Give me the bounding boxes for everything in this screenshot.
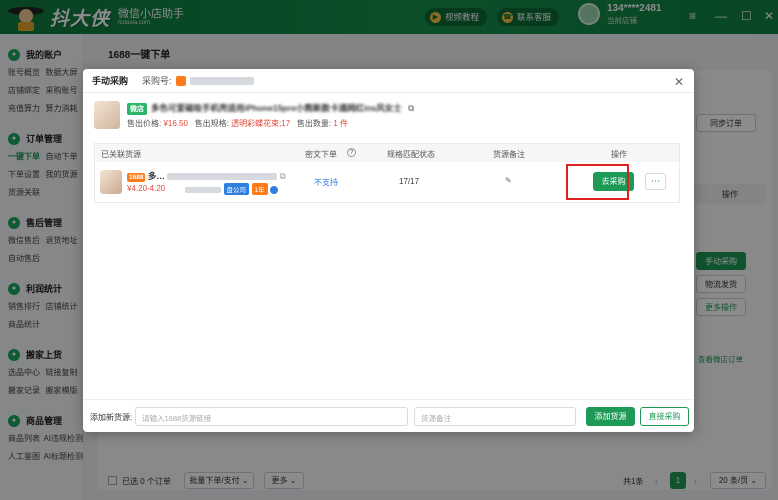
sold-spec: 透明彩蝶花束;17 xyxy=(231,119,291,128)
store-logo-icon xyxy=(175,75,186,86)
source-name: 多… xyxy=(147,171,165,181)
close-icon[interactable]: ✕ xyxy=(674,75,684,89)
sold-price: ¥16.50 xyxy=(163,119,188,128)
1688-tag: 1688 xyxy=(127,173,146,182)
header-source-remark: 货源备注 xyxy=(493,150,525,159)
header-linked-source: 已关联货源 xyxy=(101,150,141,159)
more-options-icon[interactable]: ⋯ xyxy=(645,173,666,190)
year-badge: 1年 xyxy=(251,183,268,195)
spec-match-status: 17/17 xyxy=(399,177,420,186)
help-icon[interactable]: ? xyxy=(347,148,356,157)
cipher-status: 不支持 xyxy=(314,178,338,187)
dialog-title: 手动采购 xyxy=(92,76,129,86)
dialog-footer: 添加新货源: 请输入1688货源链接 货源备注 添加货源 直接采购 xyxy=(83,399,694,432)
store-tag: 微店 xyxy=(127,103,147,115)
edit-remark-icon[interactable]: ✎ xyxy=(505,176,512,185)
add-source-label: 添加新货源: xyxy=(90,413,133,422)
source-name-redacted xyxy=(167,173,278,181)
header-cipher-order: 密文下单 xyxy=(305,150,337,159)
product-image xyxy=(94,101,120,129)
source-price: ¥4.20-4.20 xyxy=(127,184,166,193)
direct-purchase-button[interactable]: 直接采购 xyxy=(640,407,689,426)
source-image xyxy=(100,170,122,194)
header-operation: 操作 xyxy=(611,150,627,159)
purchase-number-redacted xyxy=(189,76,254,85)
company-badge: 盘公司 xyxy=(223,183,250,195)
add-source-button[interactable]: 添加货源 xyxy=(586,407,635,426)
manual-purchase-dialog: 手动采购 采购号: ✕ 微店 多色可爱磁吸手机壳适用iPhone15pro小熊新款… xyxy=(83,69,694,432)
copy-icon[interactable]: ⧉ xyxy=(408,103,414,113)
purchase-number-label: 采购号: xyxy=(142,76,172,86)
copy-icon[interactable]: ⧉ xyxy=(280,171,286,181)
product-name: 多色可爱磁吸手机壳适用iPhone15pro小熊新款卡通网红ins风女士 xyxy=(151,103,402,113)
header-spec-match: 规格匹配状态 xyxy=(387,150,435,159)
verified-icon xyxy=(270,185,279,194)
highlight-box xyxy=(566,164,629,200)
sold-quantity: 1 件 xyxy=(333,119,349,128)
source-remark-input[interactable]: 货源备注 xyxy=(414,407,576,426)
source-link-input[interactable]: 请输入1688货源链接 xyxy=(135,407,408,426)
sold-product: 微店 多色可爱磁吸手机壳适用iPhone15pro小熊新款卡通网红ins风女士 ⧉… xyxy=(94,101,684,139)
